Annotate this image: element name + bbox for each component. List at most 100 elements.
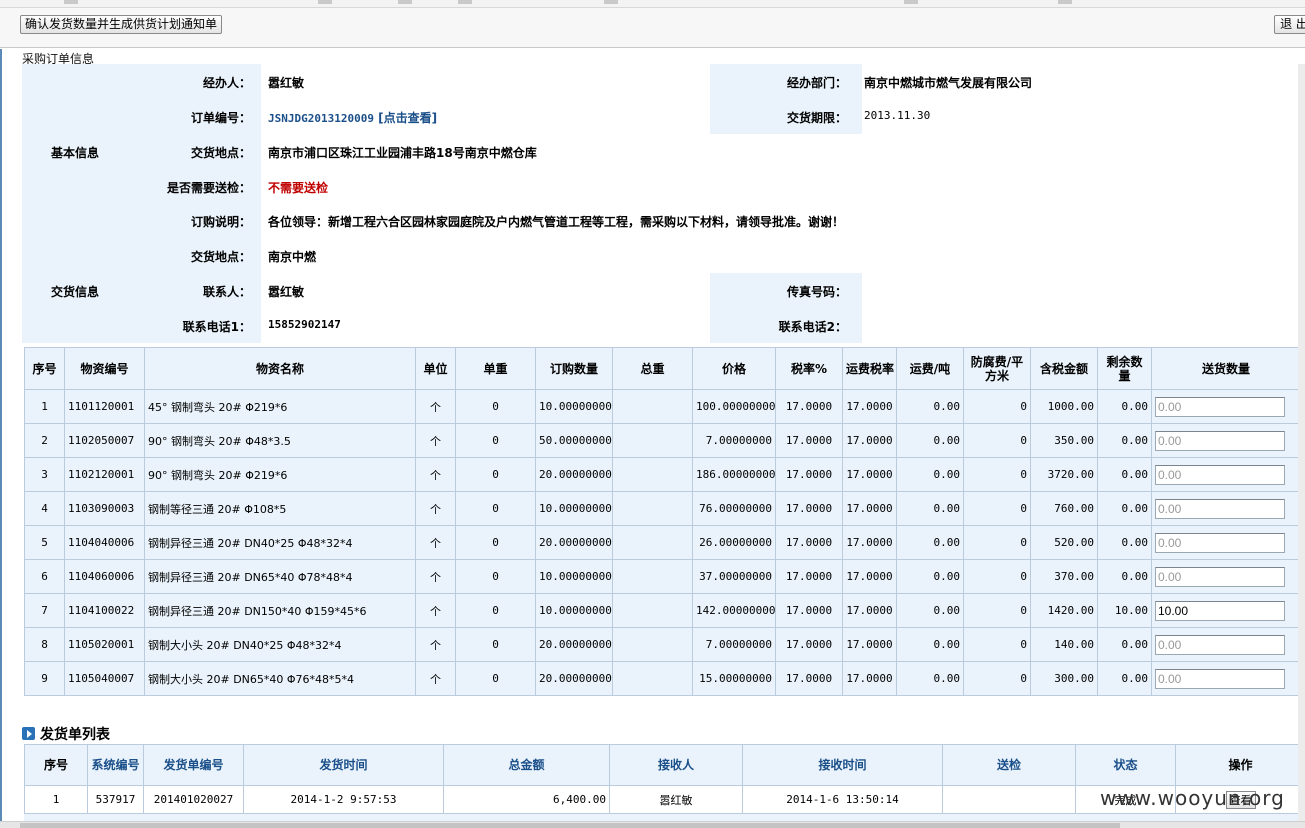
col-header-sortable[interactable]: 总金额: [443, 744, 610, 786]
col-header: 操作: [1175, 744, 1305, 786]
delivery-location-value: 南京中燃: [268, 250, 317, 264]
cell-freight: 0.00: [896, 593, 964, 628]
contact-value: 嚣红敏: [268, 285, 305, 299]
cell-qty: 50.00000000: [535, 423, 613, 458]
col-header: 总重: [612, 347, 693, 390]
cell-unit-weight: 0: [455, 423, 536, 458]
col-header: 运费税率: [842, 347, 897, 390]
cell-no: 3: [24, 457, 65, 492]
cell-anti: 0: [963, 627, 1031, 662]
col-header: 订购数量: [535, 347, 613, 390]
cell-freight-tax: 17.0000: [842, 389, 897, 424]
ship-qty-input[interactable]: [1155, 600, 1285, 621]
ship-qty-input[interactable]: [1155, 668, 1285, 689]
col-header: 序号: [24, 744, 88, 786]
phone1-label: 联系电话1：: [182, 320, 251, 334]
col-header-sortable[interactable]: 接收时间: [742, 744, 943, 786]
col-header-sortable[interactable]: 发货时间: [243, 744, 444, 786]
cell-total-weight: [612, 389, 693, 424]
col-header-sortable[interactable]: 系统编号: [87, 744, 144, 786]
col-header: 单位: [415, 347, 456, 390]
cell-remain: 0.00: [1097, 559, 1152, 594]
col-header: 序号: [24, 347, 65, 390]
cell-tax: 17.0000: [775, 491, 843, 526]
col-header-sortable[interactable]: 状态: [1075, 744, 1176, 786]
col-header: 含税金额: [1030, 347, 1098, 390]
table-row: 1 1101120001 45° 钢制弯头 20# Φ219*6 个 0 10.00000…: [24, 389, 1301, 424]
col-header-sortable[interactable]: 送检: [942, 744, 1076, 786]
cell-amount: 1000.00: [1030, 389, 1098, 424]
cell-unit: 个: [415, 423, 456, 458]
cell-tax: 17.0000: [775, 389, 843, 424]
cell-remain: 0.00: [1097, 389, 1152, 424]
cell-freight: 0.00: [896, 423, 964, 458]
ship-qty-input[interactable]: [1155, 532, 1285, 553]
cell-tax: 17.0000: [775, 423, 843, 458]
cell-price: 7.00000000: [692, 627, 776, 662]
view-order-link[interactable]: [点击查看]: [378, 111, 437, 125]
cell-unit-weight: 0: [455, 457, 536, 492]
exit-button[interactable]: 退 出: [1274, 15, 1305, 34]
cell-unit: 个: [415, 661, 456, 696]
confirm-generate-notice-button[interactable]: 确认发货数量并生成供货计划通知单: [20, 15, 223, 34]
deadline-label: 交货期限：: [786, 111, 847, 125]
table-row: 8 1105020001 钢制大小头 20# DN40*25 Φ48*32*4 个 0 2…: [24, 627, 1301, 662]
cell-total: 6,400.00: [443, 785, 610, 814]
vertical-scrollbar[interactable]: [1298, 64, 1305, 821]
col-header: 物资名称: [144, 347, 416, 390]
ship-qty-input[interactable]: [1155, 498, 1285, 519]
cell-name: 钢制等径三通 20# Φ108*5: [144, 491, 416, 526]
cell-unit: 个: [415, 389, 456, 424]
ship-qty-input[interactable]: [1155, 396, 1285, 417]
cell-price: 7.00000000: [692, 423, 776, 458]
cell-code: 1103090003: [64, 491, 145, 526]
toolbar: 确认发货数量并生成供货计划通知单 退 出: [0, 8, 1305, 48]
shipment-list-title: 发货单列表: [22, 724, 110, 744]
cell-no: 4: [24, 491, 65, 526]
phone2-label: 联系电话2：: [778, 320, 847, 334]
cell-total-weight: [612, 457, 693, 492]
phone1-value: 15852902147: [268, 318, 341, 331]
cell-total-weight: [612, 627, 693, 662]
cell-unit: 个: [415, 525, 456, 560]
horizontal-scrollbar[interactable]: [0, 821, 1305, 828]
cell-price: 26.00000000: [692, 525, 776, 560]
cell-ship-qty: [1151, 491, 1301, 526]
col-header-sortable[interactable]: 接收人: [609, 744, 743, 786]
cell-total-weight: [612, 559, 693, 594]
cell-price: 76.00000000: [692, 491, 776, 526]
cell-anti: 0: [963, 389, 1031, 424]
cell-code: 1104040006: [64, 525, 145, 560]
cell-tax: 17.0000: [775, 457, 843, 492]
col-header: 价格: [692, 347, 776, 390]
cell-ship-qty: [1151, 457, 1301, 492]
shipment-list-title-text: 发货单列表: [40, 727, 110, 743]
cell-code: 1104100022: [64, 593, 145, 628]
ship-qty-input[interactable]: [1155, 464, 1285, 485]
cell-name: 钢制异径三通 20# DN65*40 Φ78*48*4: [144, 559, 416, 594]
cell-ship-qty: [1151, 389, 1301, 424]
contact-label: 联系人：: [202, 285, 251, 299]
cell-price: 100.00000000: [692, 389, 776, 424]
handler-label: 经办人：: [202, 76, 251, 90]
cell-anti: 0: [963, 593, 1031, 628]
ship-qty-input[interactable]: [1155, 430, 1285, 451]
col-header: 物资编号: [64, 347, 145, 390]
cell-remain: 10.00: [1097, 593, 1152, 628]
cell-amount: 370.00: [1030, 559, 1098, 594]
desc-label: 订购说明：: [190, 215, 251, 229]
cell-code: 1105040007: [64, 661, 145, 696]
cell-no: 7: [24, 593, 65, 628]
cell-anti: 0: [963, 525, 1031, 560]
cell-tax: 17.0000: [775, 661, 843, 696]
ship-qty-input[interactable]: [1155, 566, 1285, 587]
cell-tax: 17.0000: [775, 627, 843, 662]
cell-freight-tax: 17.0000: [842, 525, 897, 560]
delivery-info-section-label: 交货信息: [51, 285, 100, 299]
cell-unit-weight: 0: [455, 389, 536, 424]
cell-code: 1105020001: [64, 627, 145, 662]
scrollbar-thumb[interactable]: [20, 823, 1120, 828]
order-info-panel: 基本信息 经办人： 嚣红敏 经办部门： 南京中燃城市燃气发展有限公司 订单编号：…: [22, 64, 1305, 343]
ship-qty-input[interactable]: [1155, 634, 1285, 655]
col-header-sortable[interactable]: 发货单编号: [143, 744, 244, 786]
